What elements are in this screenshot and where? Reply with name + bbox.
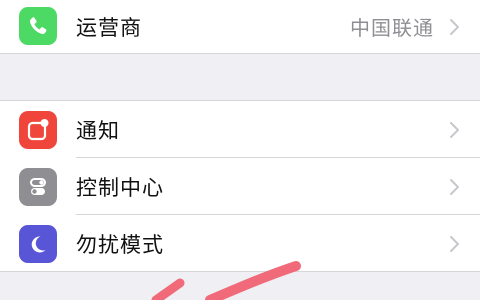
notifications-icon — [19, 111, 57, 149]
carrier-group: 运营商 中国联通 — [0, 0, 480, 54]
settings-row-label: 通知 — [76, 118, 120, 143]
chevron-right-icon — [450, 18, 459, 35]
settings-row-do-not-disturb[interactable]: 勿扰模式 — [0, 215, 480, 272]
carrier-row[interactable]: 运营商 中国联通 — [0, 0, 480, 53]
settings-row-label: 控制中心 — [76, 175, 164, 200]
settings-row-control-center[interactable]: 控制中心 — [0, 158, 480, 215]
do-not-disturb-moon-icon — [19, 225, 57, 263]
settings-row-label: 勿扰模式 — [76, 232, 164, 257]
control-center-icon — [19, 168, 57, 206]
chevron-right-icon — [450, 121, 459, 138]
phone-icon — [19, 7, 57, 45]
chevron-right-icon — [450, 178, 459, 195]
carrier-value: 中国联通 — [350, 16, 434, 40]
carrier-label: 运营商 — [76, 15, 142, 40]
settings-row-notifications[interactable]: 通知 — [0, 101, 480, 158]
chevron-right-icon — [450, 235, 459, 252]
settings-group: 通知 控制中心 勿扰模式 — [0, 100, 480, 272]
